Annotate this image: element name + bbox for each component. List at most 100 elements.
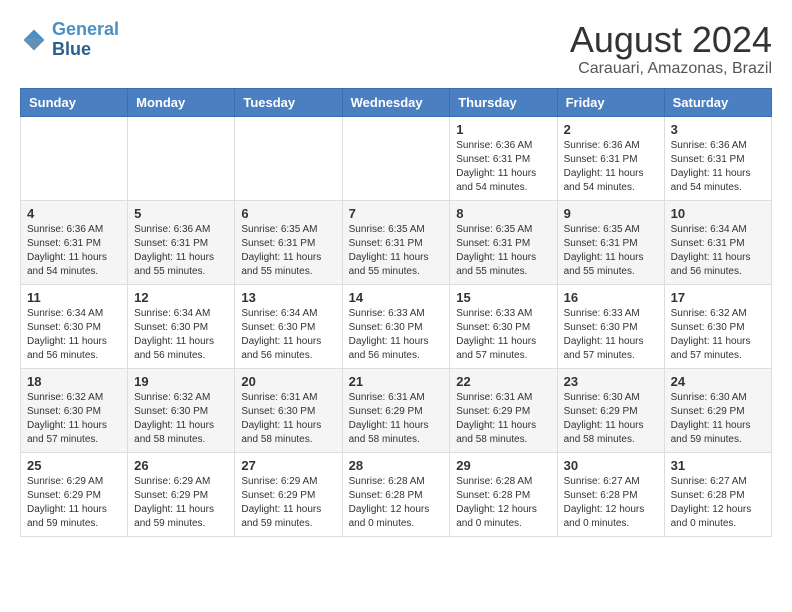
day-info: Sunrise: 6:30 AM Sunset: 6:29 PM Dayligh…	[564, 391, 658, 447]
day-cell: 15Sunrise: 6:33 AM Sunset: 6:30 PM Dayli…	[450, 284, 557, 368]
day-info: Sunrise: 6:28 AM Sunset: 6:28 PM Dayligh…	[349, 475, 444, 531]
day-cell: 16 Sunrise: 6:33 AM Sunset: 6:30 PM Dayli…	[557, 284, 664, 368]
day-cell: 18 Sunrise: 6:32 AM Sunset: 6:30 PM Dayli…	[21, 368, 128, 452]
day-info: Sunrise: 6:36 AM Sunset: 6:31 PM Dayligh…	[27, 223, 121, 279]
day-number: 17	[671, 290, 765, 305]
day-cell: 20 Sunrise: 6:31 AM Sunset: 6:30 PM Dayli…	[235, 368, 342, 452]
day-number: 15	[456, 290, 550, 305]
logo-icon	[20, 26, 48, 54]
day-number: 30	[564, 458, 658, 473]
day-cell: 26 Sunrise: 6:29 AM Sunset: 6:29 PM Dayli…	[128, 452, 235, 536]
day-info: Sunrise: 6:30 AM Sunset: 6:29 PM Dayligh…	[671, 391, 765, 447]
day-info: Sunrise: 6:35 AM Sunset: 6:31 PM Dayligh…	[564, 223, 658, 279]
day-cell: 9 Sunrise: 6:35 AM Sunset: 6:31 PM Daylig…	[557, 200, 664, 284]
day-number: 20	[241, 374, 335, 389]
header-saturday: Saturday	[664, 88, 771, 116]
day-info: Sunrise: 6:31 AM Sunset: 6:29 PM Dayligh…	[349, 391, 444, 447]
day-info: Sunrise: 6:36 AM Sunset: 6:31 PM Dayligh…	[671, 139, 765, 195]
calendar-body: 1 Sunrise: 6:36 AM Sunset: 6:31 PM Daylig…	[21, 116, 772, 536]
day-number: 31	[671, 458, 765, 473]
day-cell: 3Sunrise: 6:36 AM Sunset: 6:31 PM Daylig…	[664, 116, 771, 200]
day-cell: 10 Sunrise: 6:34 AM Sunset: 6:31 PM Dayli…	[664, 200, 771, 284]
day-info: Sunrise: 6:34 AM Sunset: 6:30 PM Dayligh…	[241, 307, 335, 363]
day-cell: 7 Sunrise: 6:35 AM Sunset: 6:31 PM Daylig…	[342, 200, 450, 284]
day-cell: 17 Sunrise: 6:32 AM Sunset: 6:30 PM Dayli…	[664, 284, 771, 368]
header-row: Sunday Monday Tuesday Wednesday Thursday…	[21, 88, 772, 116]
header-tuesday: Tuesday	[235, 88, 342, 116]
day-number: 21	[349, 374, 444, 389]
day-number: 2	[564, 122, 658, 137]
day-number: 25	[27, 458, 121, 473]
day-number: 22	[456, 374, 550, 389]
day-number: 27	[241, 458, 335, 473]
day-info: Sunrise: 6:33 AM Sunset: 6:30 PM Dayligh…	[349, 307, 444, 363]
day-info: Sunrise: 6:31 AM Sunset: 6:29 PM Dayligh…	[456, 391, 550, 447]
day-cell	[235, 116, 342, 200]
day-info: Sunrise: 6:36 AM Sunset: 6:31 PM Dayligh…	[564, 139, 658, 195]
day-info: Sunrise: 6:36 AM Sunset: 6:31 PM Dayligh…	[134, 223, 228, 279]
day-info: Sunrise: 6:32 AM Sunset: 6:30 PM Dayligh…	[134, 391, 228, 447]
calendar-subtitle: Carauari, Amazonas, Brazil	[570, 60, 772, 78]
day-number: 6	[241, 206, 335, 221]
day-cell: 19 Sunrise: 6:32 AM Sunset: 6:30 PM Dayli…	[128, 368, 235, 452]
day-cell: 11Sunrise: 6:34 AM Sunset: 6:30 PM Dayli…	[21, 284, 128, 368]
day-info: Sunrise: 6:29 AM Sunset: 6:29 PM Dayligh…	[134, 475, 228, 531]
header-thursday: Thursday	[450, 88, 557, 116]
day-info: Sunrise: 6:27 AM Sunset: 6:28 PM Dayligh…	[671, 475, 765, 531]
day-cell: 29Sunrise: 6:28 AM Sunset: 6:28 PM Dayli…	[450, 452, 557, 536]
day-number: 19	[134, 374, 228, 389]
day-info: Sunrise: 6:32 AM Sunset: 6:30 PM Dayligh…	[27, 391, 121, 447]
day-number: 26	[134, 458, 228, 473]
day-number: 24	[671, 374, 765, 389]
day-number: 9	[564, 206, 658, 221]
logo-text: General Blue	[52, 20, 119, 60]
day-number: 16	[564, 290, 658, 305]
day-cell: 31 Sunrise: 6:27 AM Sunset: 6:28 PM Dayli…	[664, 452, 771, 536]
day-info: Sunrise: 6:31 AM Sunset: 6:30 PM Dayligh…	[241, 391, 335, 447]
day-info: Sunrise: 6:32 AM Sunset: 6:30 PM Dayligh…	[671, 307, 765, 363]
day-number: 13	[241, 290, 335, 305]
day-cell: 14 Sunrise: 6:33 AM Sunset: 6:30 PM Dayli…	[342, 284, 450, 368]
day-cell: 24 Sunrise: 6:30 AM Sunset: 6:29 PM Dayli…	[664, 368, 771, 452]
day-info: Sunrise: 6:29 AM Sunset: 6:29 PM Dayligh…	[241, 475, 335, 531]
week-row-5: 25 Sunrise: 6:29 AM Sunset: 6:29 PM Dayli…	[21, 452, 772, 536]
header-sunday: Sunday	[21, 88, 128, 116]
header-friday: Friday	[557, 88, 664, 116]
day-cell: 25 Sunrise: 6:29 AM Sunset: 6:29 PM Dayli…	[21, 452, 128, 536]
day-cell	[128, 116, 235, 200]
day-info: Sunrise: 6:34 AM Sunset: 6:31 PM Dayligh…	[671, 223, 765, 279]
logo: General Blue	[20, 20, 119, 60]
day-number: 18	[27, 374, 121, 389]
day-cell: 4 Sunrise: 6:36 AM Sunset: 6:31 PM Daylig…	[21, 200, 128, 284]
day-number: 29	[456, 458, 550, 473]
day-number: 14	[349, 290, 444, 305]
calendar-title: August 2024	[570, 20, 772, 60]
day-cell: 22 Sunrise: 6:31 AM Sunset: 6:29 PM Dayli…	[450, 368, 557, 452]
day-cell	[21, 116, 128, 200]
day-number: 1	[456, 122, 550, 137]
day-cell: 1Sunrise: 6:36 AM Sunset: 6:31 PM Daylig…	[450, 116, 557, 200]
day-info: Sunrise: 6:35 AM Sunset: 6:31 PM Dayligh…	[349, 223, 444, 279]
day-number: 23	[564, 374, 658, 389]
day-info: Sunrise: 6:35 AM Sunset: 6:31 PM Dayligh…	[241, 223, 335, 279]
day-cell: 6 Sunrise: 6:35 AM Sunset: 6:31 PM Daylig…	[235, 200, 342, 284]
week-row-4: 18 Sunrise: 6:32 AM Sunset: 6:30 PM Dayli…	[21, 368, 772, 452]
week-row-1: 1 Sunrise: 6:36 AM Sunset: 6:31 PM Daylig…	[21, 116, 772, 200]
page-header: General Blue August 2024 Carauari, Amazo…	[20, 20, 772, 78]
day-number: 28	[349, 458, 444, 473]
day-number: 10	[671, 206, 765, 221]
day-number: 12	[134, 290, 228, 305]
day-cell: 8Sunrise: 6:35 AM Sunset: 6:31 PM Daylig…	[450, 200, 557, 284]
day-info: Sunrise: 6:27 AM Sunset: 6:28 PM Dayligh…	[564, 475, 658, 531]
day-info: Sunrise: 6:29 AM Sunset: 6:29 PM Dayligh…	[27, 475, 121, 531]
day-cell: 28 Sunrise: 6:28 AM Sunset: 6:28 PM Dayli…	[342, 452, 450, 536]
day-cell: 2 Sunrise: 6:36 AM Sunset: 6:31 PM Daylig…	[557, 116, 664, 200]
day-info: Sunrise: 6:34 AM Sunset: 6:30 PM Dayligh…	[134, 307, 228, 363]
day-info: Sunrise: 6:33 AM Sunset: 6:30 PM Dayligh…	[564, 307, 658, 363]
day-cell: 13 Sunrise: 6:34 AM Sunset: 6:30 PM Dayli…	[235, 284, 342, 368]
calendar-header: Sunday Monday Tuesday Wednesday Thursday…	[21, 88, 772, 116]
week-row-2: 4 Sunrise: 6:36 AM Sunset: 6:31 PM Daylig…	[21, 200, 772, 284]
day-number: 7	[349, 206, 444, 221]
day-cell: 12 Sunrise: 6:34 AM Sunset: 6:30 PM Dayli…	[128, 284, 235, 368]
day-number: 4	[27, 206, 121, 221]
